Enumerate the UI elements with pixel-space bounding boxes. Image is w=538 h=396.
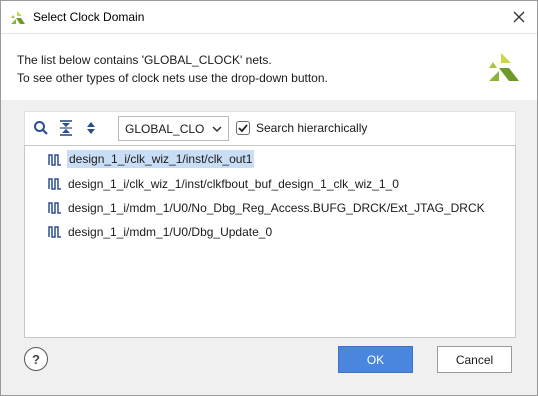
help-button[interactable]: ? [24,347,48,371]
close-icon [513,11,525,23]
search-hierarchically-label[interactable]: Search hierarchically [256,121,367,135]
list-item[interactable]: design_1_i/clk_wiz_1/inst/clkfbout_buf_d… [25,173,513,195]
expand-all-icon[interactable] [83,120,99,136]
dialog-header: The list below contains 'GLOBAL_CLOCK' n… [1,33,537,100]
ok-button[interactable]: OK [338,346,413,373]
list-item[interactable]: design_1_i/mdm_1/U0/No_Dbg_Reg_Access.BU… [25,197,513,219]
clock-net-icon [48,226,61,238]
clock-type-dropdown[interactable]: GLOBAL_CLOCK [118,116,229,141]
clock-type-value: GLOBAL_CLOCK [125,122,205,136]
cancel-button[interactable]: Cancel [437,346,512,373]
clock-net-icon [48,154,61,166]
list-item[interactable]: design_1_i/mdm_1/U0/Dbg_Update_0 [25,221,513,243]
search-icon[interactable] [33,120,49,136]
list-item-label: design_1_i/clk_wiz_1/inst/clkfbout_buf_d… [68,177,399,191]
clock-net-icon [48,202,61,214]
list-item[interactable]: design_1_i/clk_wiz_1/inst/clk_out1 [25,149,513,171]
chevron-down-icon [212,126,222,133]
list-item-label: design_1_i/mdm_1/U0/No_Dbg_Reg_Access.BU… [68,201,485,215]
list-item-label: design_1_i/clk_wiz_1/inst/clk_out1 [67,150,255,168]
vivado-logo-icon [11,11,25,24]
list-item-label: design_1_i/mdm_1/U0/Dbg_Update_0 [68,225,273,239]
header-hint: To see other types of clock nets use the… [17,71,328,85]
window-title: Select Clock Domain [33,10,145,24]
clock-net-list[interactable]: design_1_i/clk_wiz_1/inst/clk_out1 desig… [24,145,516,338]
list-toolbar: GLOBAL_CLOCK Search hierarchically [24,111,516,145]
vivado-logo-icon [489,53,519,81]
checkmark-icon [238,124,248,133]
header-description: The list below contains 'GLOBAL_CLOCK' n… [17,53,272,67]
collapse-all-icon[interactable] [58,120,74,136]
close-button[interactable] [501,1,537,33]
search-hierarchically-checkbox[interactable] [236,121,250,135]
select-clock-domain-dialog: Select Clock Domain The list below conta… [0,0,538,396]
clock-net-icon [48,178,61,190]
title-bar[interactable]: Select Clock Domain [1,1,537,33]
